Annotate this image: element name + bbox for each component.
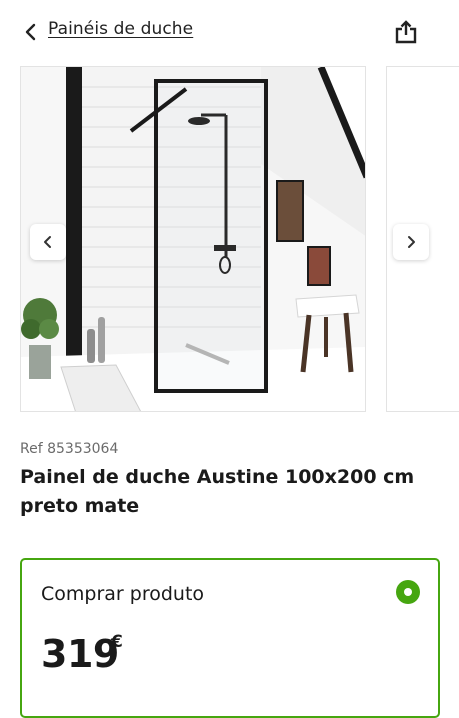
price-currency: € xyxy=(111,632,123,652)
shower-panel-photo xyxy=(21,67,365,411)
back-button[interactable] xyxy=(18,18,44,46)
radio-selected-icon[interactable] xyxy=(396,580,420,604)
product-reference: Ref 85353064 xyxy=(20,441,119,457)
product-image[interactable] xyxy=(20,66,366,412)
chevron-left-icon xyxy=(25,23,36,41)
top-bar: Painéis de duche xyxy=(0,0,459,64)
chevron-right-icon xyxy=(408,236,415,248)
price-value: 319 xyxy=(41,632,119,676)
gallery-next-button[interactable] xyxy=(393,224,429,260)
image-gallery[interactable] xyxy=(0,64,459,414)
gallery-prev-button[interactable] xyxy=(30,224,66,260)
product-title: Painel de duche Austine 100x200 cm preto… xyxy=(20,466,415,517)
chevron-left-icon xyxy=(44,236,51,248)
share-button[interactable] xyxy=(393,18,419,46)
breadcrumb-link[interactable]: Painéis de duche xyxy=(48,19,193,39)
buy-option-card[interactable]: Comprar produto 319 € xyxy=(20,558,440,718)
radio-dot xyxy=(404,588,412,596)
share-icon xyxy=(395,20,417,44)
buy-option-label: Comprar produto xyxy=(41,583,205,605)
